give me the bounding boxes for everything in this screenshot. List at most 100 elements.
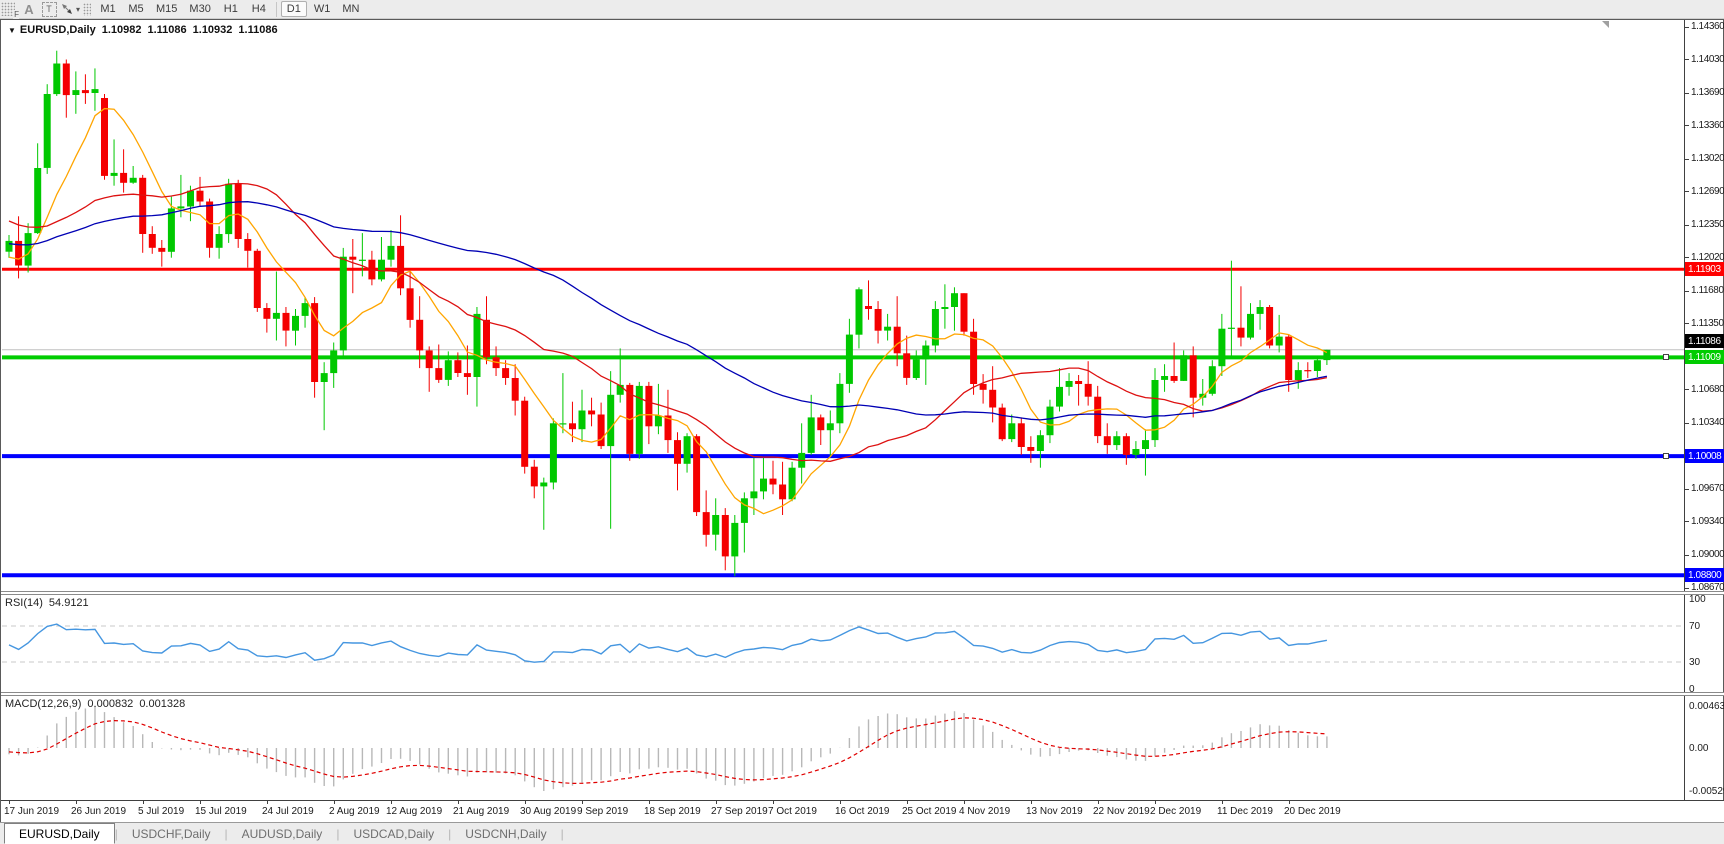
timeframe-m30[interactable]: M30 <box>184 1 215 17</box>
date-tick-label: 12 Aug 2019 <box>386 806 442 817</box>
macd-scale-label: 0.00463 <box>1689 701 1724 712</box>
date-tick <box>143 801 144 804</box>
date-tick <box>458 801 459 804</box>
macd-pane[interactable] <box>1 696 1685 800</box>
price-tick <box>1684 59 1689 60</box>
price-tick <box>1684 125 1689 126</box>
price-badge-1.10008: 1.10008 <box>1685 449 1724 463</box>
price-tick-label: 1.09670 <box>1691 483 1724 494</box>
date-tick-label: 20 Dec 2019 <box>1284 806 1341 817</box>
date-tick <box>9 801 10 804</box>
chart-tab-eurusd[interactable]: EURUSD,Daily <box>4 823 115 844</box>
date-tick-label: 26 Jun 2019 <box>71 806 126 817</box>
current-price-badge: 1.11086 <box>1685 334 1724 348</box>
text-label-tool-icon: T <box>42 2 57 17</box>
timeframe-mn[interactable]: MN <box>337 1 364 17</box>
ohlc-open: 1.10982 <box>102 24 142 36</box>
date-tick-label: 2 Dec 2019 <box>1150 806 1201 817</box>
chart-window: ▼EURUSD,Daily1.109821.110861.109321.1108… <box>0 19 1724 822</box>
main-chart-pane[interactable] <box>1 20 1685 591</box>
date-tick <box>525 801 526 804</box>
toolbar-handle-f-icon[interactable]: F <box>1 2 15 16</box>
toolbar-f-label: F <box>13 10 19 19</box>
price-tick <box>1684 159 1689 160</box>
price-tick <box>1684 521 1689 522</box>
price-tick-label: 1.11680 <box>1691 285 1724 296</box>
price-tick-label: 1.09000 <box>1691 549 1724 560</box>
chart-tab-audusd[interactable]: AUDUSD,Daily <box>228 824 337 844</box>
date-tick-label: 18 Sep 2019 <box>644 806 701 817</box>
timeframe-m5[interactable]: M5 <box>123 1 149 17</box>
date-tick-label: 21 Aug 2019 <box>453 806 509 817</box>
timeframe-w1[interactable]: W1 <box>309 1 336 17</box>
date-tick-label: 30 Aug 2019 <box>520 806 576 817</box>
date-tick-label: 16 Oct 2019 <box>835 806 889 817</box>
date-tick-label: 25 Oct 2019 <box>902 806 956 817</box>
timeframe-toolbar-grip[interactable] <box>83 3 91 16</box>
ohlc-high: 1.11086 <box>147 24 186 36</box>
rsi-value: 54.9121 <box>49 597 89 609</box>
rsi-scale-label: 30 <box>1689 657 1700 668</box>
timeframe-toolbar: M1M5M15M30H1H4 D1W1MN <box>94 1 365 17</box>
date-tick <box>964 801 965 804</box>
date-tick-label: 2 Aug 2019 <box>329 806 380 817</box>
chart-tab-usdcad[interactable]: USDCAD,Daily <box>339 824 448 844</box>
price-tick-label: 1.14360 <box>1691 21 1724 32</box>
price-tick-label: 1.14030 <box>1691 54 1724 65</box>
price-tick-label: 1.10680 <box>1691 384 1724 395</box>
date-tick <box>1155 801 1156 804</box>
macd-scale-label: -0.00529 <box>1689 786 1724 797</box>
rsi-pane[interactable] <box>1 595 1685 692</box>
ohlc-low: 1.10932 <box>193 24 233 36</box>
date-tick <box>267 801 268 804</box>
rsi-scale-label: 100 <box>1689 594 1706 605</box>
price-tick <box>1684 423 1689 424</box>
chart-tab-usdchf[interactable]: USDCHF,Daily <box>118 824 225 844</box>
price-tick-label: 1.13360 <box>1691 120 1724 131</box>
price-tick <box>1684 489 1689 490</box>
timeframe-m1[interactable]: M1 <box>95 1 121 17</box>
text-label-tool-button[interactable]: T <box>40 1 58 17</box>
price-tick <box>1684 27 1689 28</box>
date-tick <box>334 801 335 804</box>
macd-main-value: 0.000832 <box>87 698 133 710</box>
date-tick <box>76 801 77 804</box>
cursor-arrows-icon <box>60 2 74 16</box>
price-tick <box>1684 555 1689 556</box>
date-tick <box>391 801 392 804</box>
macd-scale-label: 0.00 <box>1689 743 1708 754</box>
date-tick <box>1222 801 1223 804</box>
pane-splitter-macd[interactable] <box>1 692 1724 696</box>
price-tick-label: 1.13690 <box>1691 87 1724 98</box>
date-tick <box>1289 801 1290 804</box>
price-tick <box>1684 291 1689 292</box>
date-tick <box>907 801 908 804</box>
price-tick <box>1684 389 1689 390</box>
timeframe-h4[interactable]: H4 <box>246 1 272 17</box>
date-tick <box>649 801 650 804</box>
date-tick-label: 11 Dec 2019 <box>1217 806 1273 817</box>
price-tick-label: 1.12350 <box>1691 219 1724 230</box>
timeframe-d1[interactable]: D1 <box>281 1 307 17</box>
line-selection-handle[interactable] <box>1663 453 1669 459</box>
line-selection-handle[interactable] <box>1663 354 1669 360</box>
chart-shift-marker[interactable] <box>1602 21 1609 28</box>
date-tick-label: 22 Nov 2019 <box>1093 806 1150 817</box>
date-tick-label: 9 Sep 2019 <box>577 806 628 817</box>
pane-splitter-rsi[interactable] <box>1 591 1724 595</box>
date-tick <box>582 801 583 804</box>
timeframe-h1[interactable]: H1 <box>218 1 244 17</box>
price-tick <box>1684 191 1689 192</box>
rsi-line <box>9 624 1327 662</box>
font-tool-icon[interactable]: A <box>20 1 38 17</box>
date-tick <box>200 801 201 804</box>
timeframe-m15[interactable]: M15 <box>151 1 182 17</box>
price-tick-label: 1.11350 <box>1691 318 1724 329</box>
date-axis[interactable]: 17 Jun 201926 Jun 20195 Jul 201915 Jul 2… <box>1 800 1724 822</box>
tab-separator: | <box>561 827 564 841</box>
ohlc-close: 1.11086 <box>238 24 277 36</box>
date-tick <box>716 801 717 804</box>
drawing-tools-dropdown[interactable]: ▾ <box>60 1 80 17</box>
chart-tab-usdcnh[interactable]: USDCNH,Daily <box>451 824 560 844</box>
chart-dropdown-icon[interactable]: ▼ <box>8 26 16 35</box>
